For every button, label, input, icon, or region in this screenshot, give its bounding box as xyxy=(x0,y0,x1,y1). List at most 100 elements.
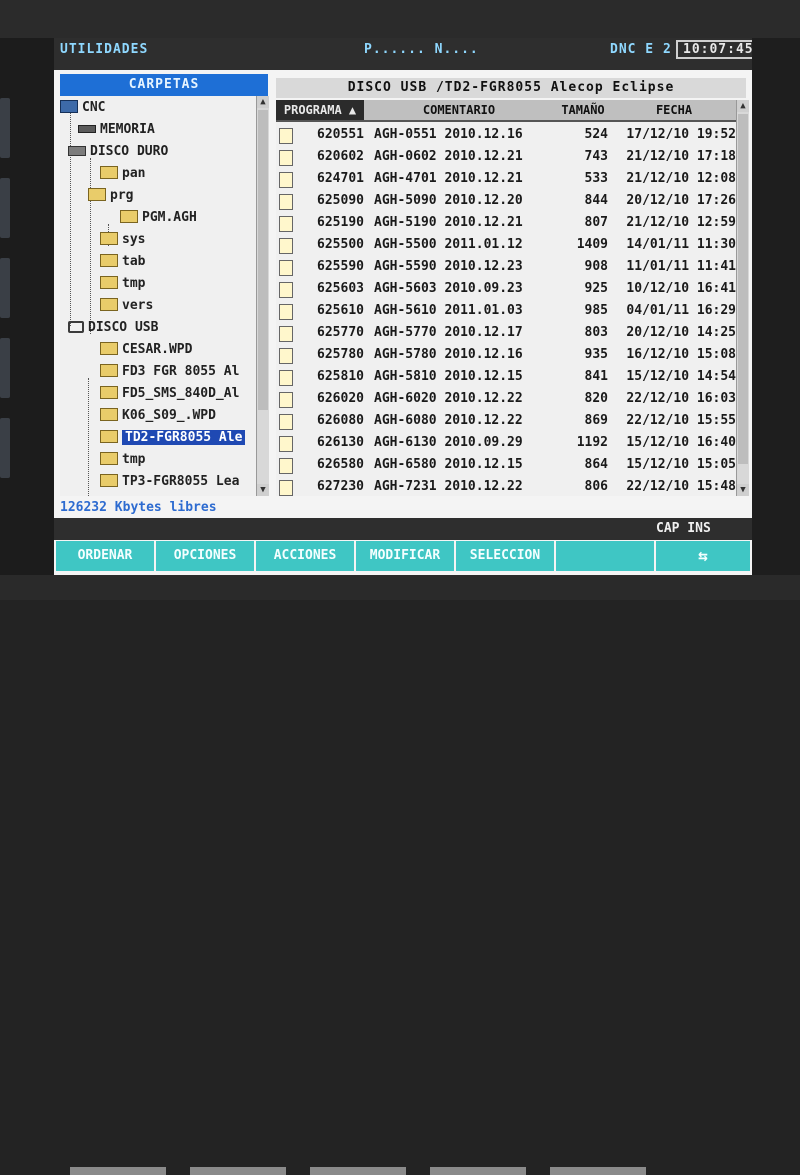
dnc-indicator: DNC E 2 xyxy=(610,42,672,57)
table-row[interactable]: 625610 AGH-5610 2011.01.03 985 04/01/11 16:… xyxy=(276,300,736,322)
folder-item[interactable]: tmp xyxy=(100,450,145,470)
cell-fecha: 10/12/10 16:41 xyxy=(626,281,736,296)
cell-fecha: 22/12/10 16:03 xyxy=(626,391,736,406)
softkey-ordenar[interactable]: ORDENAR xyxy=(56,541,156,571)
folder-item[interactable]: FD3 FGR 8055 Al xyxy=(100,362,239,382)
scroll-up-arrow-icon[interactable]: ▲ xyxy=(737,100,749,112)
side-key[interactable] xyxy=(0,258,10,318)
column-programa[interactable]: PROGRAMA ▲ xyxy=(276,100,365,122)
side-key[interactable] xyxy=(0,178,10,238)
folder-item[interactable]: DISCO DURO xyxy=(68,142,168,162)
folder-item[interactable]: pan xyxy=(100,164,145,184)
column-fecha[interactable]: FECHA xyxy=(612,100,736,122)
table-row[interactable]: 620551 AGH-0551 2010.12.16 524 17/12/10 19:… xyxy=(276,124,736,146)
table-row[interactable]: 625190 AGH-5190 2010.12.21 807 21/12/10 12:… xyxy=(276,212,736,234)
bottom-key[interactable] xyxy=(70,1167,166,1175)
table-row[interactable]: 625810 AGH-5810 2010.12.15 841 15/12/10 14:… xyxy=(276,366,736,388)
softkey-empty[interactable] xyxy=(556,541,656,571)
cell-programa: 625780 xyxy=(317,347,364,362)
folder-item[interactable]: FD5_SMS_840D_Al xyxy=(100,384,239,404)
cell-programa: 625603 xyxy=(317,281,364,296)
softkey-opciones[interactable]: OPCIONES xyxy=(156,541,256,571)
folder-label: FD5_SMS_840D_Al xyxy=(122,386,240,401)
table-row[interactable]: 625780 AGH-5780 2010.12.16 935 16/12/10 15:… xyxy=(276,344,736,366)
file-scrollbar[interactable]: ▲ ▼ xyxy=(736,100,749,496)
bottom-key[interactable] xyxy=(430,1167,526,1175)
softkey-swap[interactable]: ⇆ xyxy=(656,541,750,571)
program-file-icon xyxy=(279,150,293,166)
table-row[interactable]: 627230 AGH-7231 2010.12.22 806 22/12/10 15:… xyxy=(276,476,736,496)
table-row[interactable]: 625500 AGH-5500 2011.01.12 1409 14/01/11 11… xyxy=(276,234,736,256)
scroll-up-arrow-icon[interactable]: ▲ xyxy=(257,96,269,108)
side-key[interactable] xyxy=(0,98,10,158)
file-table: PROGRAMA ▲ COMENTARIO TAMAÑO FECHA 62055… xyxy=(276,100,736,496)
cell-programa: 626130 xyxy=(317,435,364,450)
cell-fecha: 15/12/10 16:40 xyxy=(626,435,736,450)
table-row[interactable]: 625603 AGH-5603 2010.09.23 925 10/12/10 16:… xyxy=(276,278,736,300)
softkey-acciones[interactable]: ACCIONES xyxy=(256,541,356,571)
folder-label: FD3 FGR 8055 Al xyxy=(122,364,240,379)
folder-item[interactable]: PGM.AGH xyxy=(120,208,197,228)
column-tamano[interactable]: TAMAÑO xyxy=(554,100,613,122)
cell-comentario: AGH-7231 2010.12.22 xyxy=(374,479,523,494)
table-row[interactable]: 626580 AGH-6580 2010.12.15 864 15/12/10 15:… xyxy=(276,454,736,476)
folder-item[interactable]: CESAR.WPD xyxy=(100,340,192,360)
folder-item[interactable]: prg xyxy=(88,186,133,206)
folder-label: prg xyxy=(110,188,134,203)
program-file-icon xyxy=(279,370,293,386)
cell-tamano: 533 xyxy=(584,171,608,186)
cell-tamano: 743 xyxy=(584,149,608,164)
folder-item[interactable]: sys xyxy=(100,230,145,250)
scroll-down-arrow-icon[interactable]: ▼ xyxy=(737,484,749,496)
table-row[interactable]: 624701 AGH-4701 2010.12.21 533 21/12/10 12:… xyxy=(276,168,736,190)
folder-item[interactable]: tab xyxy=(100,252,145,272)
folder-tree[interactable]: CNC MEMORIA DISCO DURO pan prg PGM.AGH sys tab t… xyxy=(60,96,256,496)
folder-item[interactable]: vers xyxy=(100,296,153,316)
scroll-thumb[interactable] xyxy=(738,114,748,464)
table-row[interactable]: 620602 AGH-0602 2010.12.21 743 21/12/10 17:… xyxy=(276,146,736,168)
program-file-icon xyxy=(279,238,293,254)
cell-programa: 626080 xyxy=(317,413,364,428)
side-key[interactable] xyxy=(0,418,10,478)
column-comentario[interactable]: COMENTARIO xyxy=(364,100,555,122)
tree-connector xyxy=(90,158,91,334)
program-file-icon xyxy=(279,436,293,452)
folder-scrollbar[interactable]: ▲ ▼ xyxy=(256,96,269,496)
cell-tamano: 806 xyxy=(584,479,608,494)
drive-icon xyxy=(68,145,86,156)
cell-fecha: 21/12/10 17:18 xyxy=(626,149,736,164)
bottom-key[interactable] xyxy=(550,1167,646,1175)
folder-icon xyxy=(100,254,118,267)
cell-programa: 625090 xyxy=(317,193,364,208)
folder-item[interactable]: tmp xyxy=(100,274,145,294)
table-row[interactable]: 626020 AGH-6020 2010.12.22 820 22/12/10 16:… xyxy=(276,388,736,410)
folder-item[interactable]: CNC xyxy=(60,98,105,118)
folder-label: CNC xyxy=(82,100,106,115)
clock: 10:07:45 xyxy=(676,40,752,59)
folder-icon xyxy=(100,430,118,443)
table-row[interactable]: 626080 AGH-6080 2010.12.22 869 22/12/10 15:… xyxy=(276,410,736,432)
table-row[interactable]: 626130 AGH-6130 2010.09.29 1192 15/12/10 16… xyxy=(276,432,736,454)
bottom-key[interactable] xyxy=(310,1167,406,1175)
folder-item[interactable]: TD2-FGR8055 Ale xyxy=(100,428,246,448)
scroll-down-arrow-icon[interactable]: ▼ xyxy=(257,484,269,496)
bottom-key[interactable] xyxy=(190,1167,286,1175)
table-row[interactable]: 625090 AGH-5090 2010.12.20 844 20/12/10 17:… xyxy=(276,190,736,212)
cell-programa: 624701 xyxy=(317,171,364,186)
softkey-seleccion[interactable]: SELECCION xyxy=(456,541,556,571)
scroll-thumb[interactable] xyxy=(258,110,268,410)
table-row[interactable]: 625590 AGH-5590 2010.12.23 908 11/01/11 11:… xyxy=(276,256,736,278)
folder-item[interactable]: K06_S09_.WPD xyxy=(100,406,216,426)
cell-tamano: 908 xyxy=(584,259,608,274)
cell-programa: 625190 xyxy=(317,215,364,230)
cell-tamano: 869 xyxy=(584,413,608,428)
cell-fecha: 11/01/11 11:41 xyxy=(626,259,736,274)
folder-item[interactable]: DISCO USB xyxy=(68,318,158,338)
side-key[interactable] xyxy=(0,338,10,398)
folder-icon xyxy=(100,452,118,465)
folder-item[interactable]: MEMORIA xyxy=(78,120,155,140)
cell-comentario: AGH-5610 2011.01.03 xyxy=(374,303,523,318)
softkey-modificar[interactable]: MODIFICAR xyxy=(356,541,456,571)
table-row[interactable]: 625770 AGH-5770 2010.12.17 803 20/12/10 14:… xyxy=(276,322,736,344)
folder-item[interactable]: TP3-FGR8055 Lea xyxy=(100,472,239,492)
